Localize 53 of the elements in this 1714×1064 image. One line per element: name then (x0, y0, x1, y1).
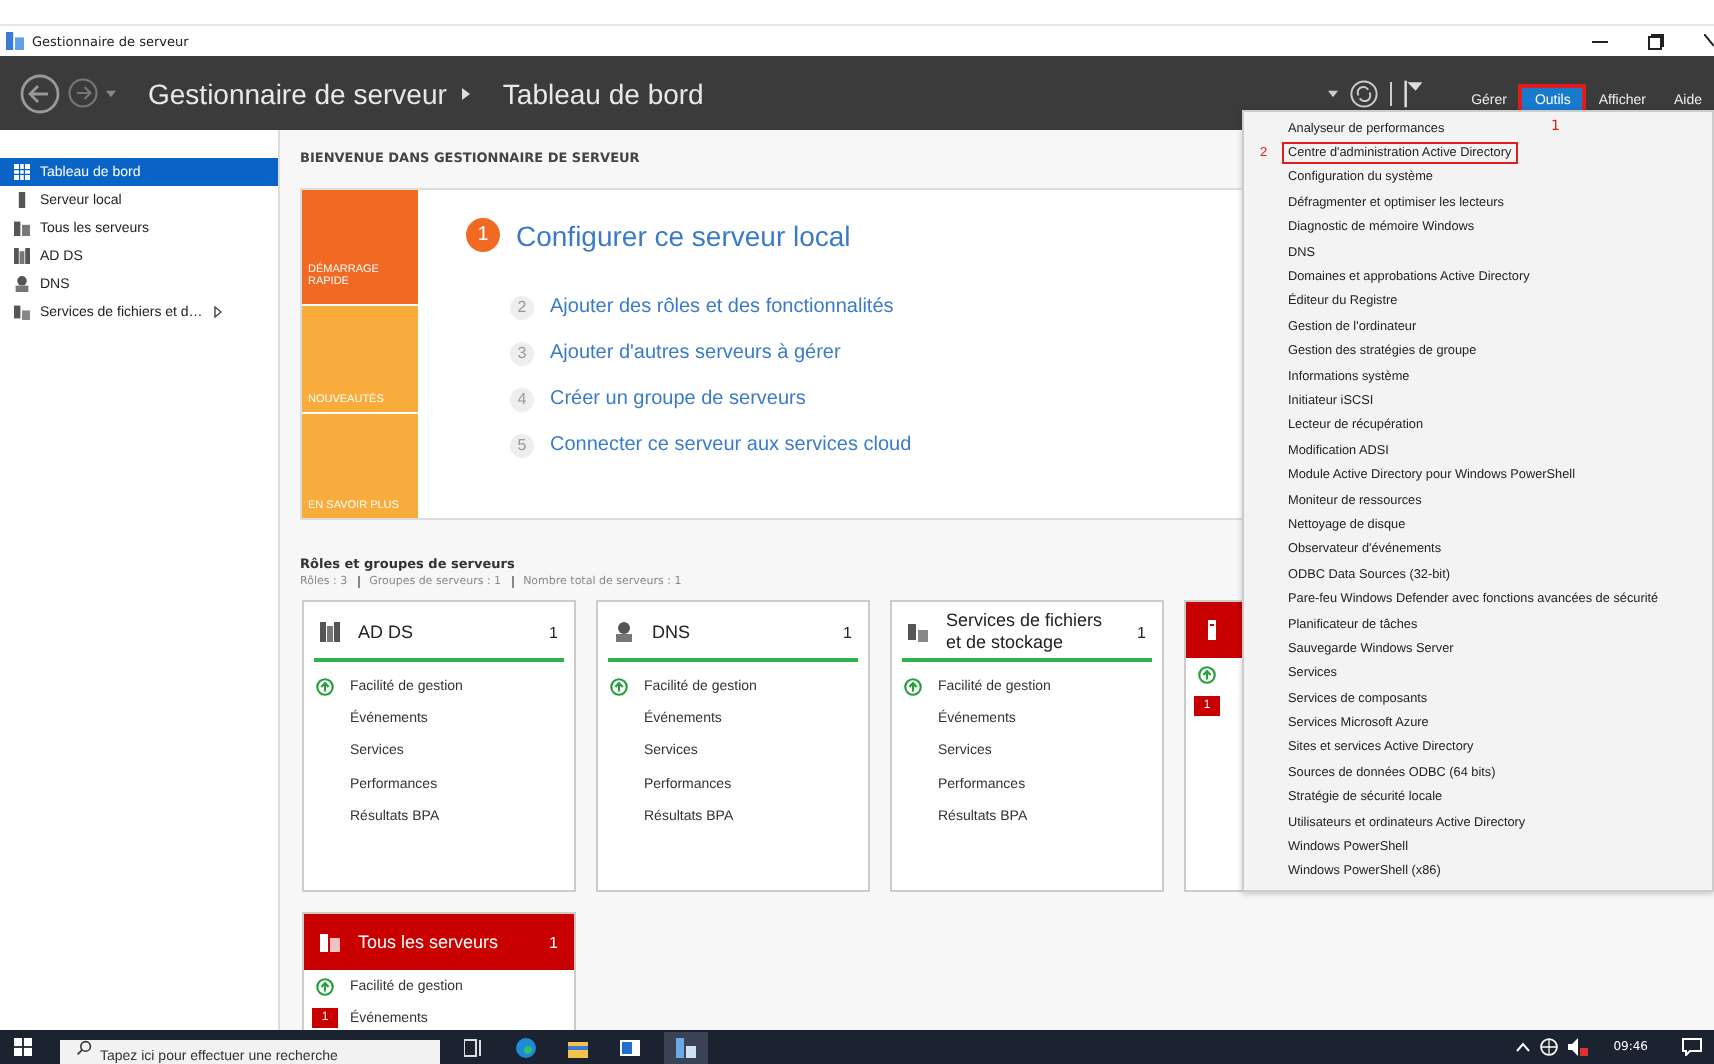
app-icon (6, 32, 24, 50)
back-icon[interactable] (20, 73, 60, 113)
step-link[interactable]: Créer un groupe de serveurs (550, 388, 806, 410)
chevron-up-icon[interactable] (1515, 1042, 1530, 1052)
windows-start-icon[interactable] (14, 1038, 32, 1056)
step-number: 5 (510, 433, 534, 457)
globe-icon[interactable] (1539, 1038, 1558, 1056)
card-title: DNS (652, 621, 693, 643)
server-manager-icon[interactable] (664, 1031, 708, 1063)
card-count: 1 (549, 933, 558, 951)
close-icon[interactable] (1704, 33, 1714, 49)
caret-icon[interactable] (1327, 89, 1338, 97)
role-icon (14, 164, 30, 180)
alert-card-header[interactable]: Tous les serveurs 1 (304, 914, 574, 970)
caret-icon[interactable] (106, 89, 116, 97)
server-icon (1202, 620, 1222, 640)
separator-icon (462, 87, 471, 99)
card-header[interactable]: AD DS 1 (314, 610, 564, 662)
server-icon (908, 622, 928, 642)
forward-icon[interactable] (68, 78, 98, 108)
card-title: Tous les serveurs (358, 931, 501, 953)
breadcrumb-item: Gestionnaire de serveur (148, 77, 447, 109)
step-number: 1 (466, 218, 500, 252)
card-count: 1 (549, 623, 558, 641)
maximize-icon[interactable] (1648, 33, 1664, 49)
notification-icon[interactable] (1682, 1038, 1702, 1056)
step-link[interactable]: Connecter ce serveur aux services cloud (550, 434, 912, 456)
breadcrumb-item: Tableau de bord (502, 77, 704, 109)
server-icon (320, 622, 340, 642)
card-header[interactable]: Services de fichiers et de stockage 1 (902, 610, 1152, 662)
role-icon (14, 276, 30, 292)
step-link[interactable]: Configurer ce serveur local (516, 219, 851, 251)
search-icon (76, 1039, 92, 1055)
card-title: Services de fichiers et de stockage (946, 610, 1105, 654)
step-link[interactable]: Ajouter des rôles et des fonctionnalités (550, 296, 894, 318)
speaker-icon[interactable] (1567, 1038, 1588, 1056)
card-header[interactable]: DNS 1 (608, 610, 858, 662)
step-number: 2 (510, 295, 534, 319)
card-count: 1 (843, 623, 852, 641)
role-icon (14, 248, 30, 264)
step-number: 4 (510, 387, 534, 411)
card-count: 1 (1137, 623, 1146, 641)
expand-icon[interactable] (214, 306, 223, 318)
server-icon (320, 932, 340, 952)
role-icon (14, 304, 30, 320)
card-title: AD DS (358, 621, 416, 643)
flag-icon[interactable] (1403, 79, 1424, 107)
refresh-icon[interactable] (1349, 79, 1378, 107)
server-icon (614, 622, 634, 642)
role-icon (14, 220, 30, 236)
role-icon (14, 192, 30, 208)
step-link[interactable]: Ajouter d'autres serveurs à gérer (550, 342, 841, 364)
step-number: 3 (510, 341, 534, 365)
